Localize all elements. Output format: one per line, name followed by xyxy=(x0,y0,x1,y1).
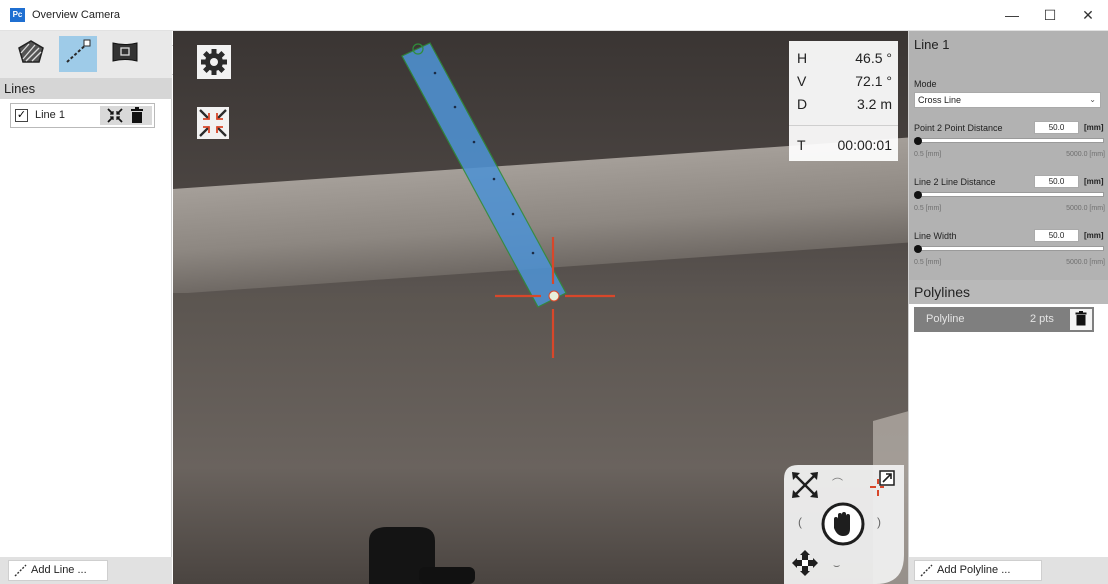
settings-button[interactable] xyxy=(197,45,231,84)
slider-max: 5000.0 [mm] xyxy=(1066,151,1105,158)
app-icon: Pc xyxy=(10,8,25,22)
line-width-input[interactable]: 50.0 xyxy=(1034,229,1079,242)
add-polyline-label: Add Polyline ... xyxy=(937,564,1011,576)
tilt-up-icon[interactable]: ⌒ xyxy=(832,475,843,491)
lines-bottom-bar: Add Line ... xyxy=(0,557,172,584)
pan-right-icon[interactable]: ) xyxy=(877,515,881,529)
line-properties: Line 1 Mode Cross Line ⌄ Point 2 Point D… xyxy=(909,31,1108,280)
navigation-wheel: ⌒ ( ) ⌣ xyxy=(784,465,904,584)
hatch-area-tool-icon xyxy=(17,39,45,70)
move-icon[interactable] xyxy=(792,550,818,581)
pan-left-icon[interactable]: ( xyxy=(798,515,802,529)
delete-polyline-button[interactable] xyxy=(1070,309,1092,330)
line-item-label: Line 1 xyxy=(35,109,65,121)
window-title: Overview Camera xyxy=(32,9,121,21)
lines-section-title: Lines xyxy=(0,78,172,99)
slider-max: 5000.0 [mm] xyxy=(1066,259,1105,266)
delete-line-icon[interactable] xyxy=(130,107,144,129)
readout-value: 3.2 m xyxy=(856,96,892,112)
readout-value: 46.5 ° xyxy=(855,50,892,66)
mode-value: Cross Line xyxy=(918,95,962,105)
hand-pan-icon[interactable] xyxy=(821,502,865,551)
measurement-line[interactable] xyxy=(401,42,567,308)
slider-unit: [mm] xyxy=(1084,177,1104,186)
mode-dropdown[interactable]: Cross Line ⌄ xyxy=(914,92,1101,108)
add-line-label: Add Line ... xyxy=(31,564,87,576)
readout-key: D xyxy=(797,96,808,112)
add-polyline-icon xyxy=(920,564,933,584)
chevron-down-icon: ⌄ xyxy=(1089,95,1096,104)
point-distance-slider[interactable] xyxy=(914,138,1104,143)
title-bar: Pc Overview Camera — ☐ ✕ xyxy=(0,0,1108,31)
delete-polyline-icon xyxy=(1075,310,1087,329)
line-tool-button[interactable] xyxy=(59,36,97,72)
line-tool-icon xyxy=(64,39,92,70)
readout-key: T xyxy=(797,137,806,153)
hatch-area-tool-button[interactable] xyxy=(12,36,50,72)
maximize-button[interactable]: ☐ xyxy=(1032,3,1068,27)
line-visibility-checkbox[interactable]: ✓ xyxy=(15,109,28,122)
tool-strip xyxy=(0,31,172,78)
fit-view-button[interactable] xyxy=(197,107,229,144)
readout-divider xyxy=(789,125,898,126)
slider-handle[interactable] xyxy=(914,191,922,199)
readout-key: V xyxy=(797,73,807,89)
close-button[interactable]: ✕ xyxy=(1070,3,1106,27)
camera-view-tool-button[interactable] xyxy=(106,36,144,72)
line-distance-input[interactable]: 50.0 xyxy=(1034,175,1079,188)
slider-min: 0.5 [mm] xyxy=(914,151,942,158)
polylines-section-title: Polylines xyxy=(909,280,1108,304)
gear-icon xyxy=(197,45,231,83)
polylines-bottom-bar: Add Polyline ... xyxy=(909,557,1108,584)
zoom-to-target-icon[interactable] xyxy=(868,469,898,504)
slider-label: Point 2 Point Distance xyxy=(914,123,1003,133)
line-list-item[interactable]: ✓ Line 1 xyxy=(10,103,155,128)
readout-value: 72.1 ° xyxy=(855,73,892,89)
overview-camera-window: Pc Overview Camera — ☐ ✕ Lines ✓ Line 1 … xyxy=(0,0,1108,584)
focus-line-icon[interactable] xyxy=(106,107,124,129)
slider-handle[interactable] xyxy=(914,245,922,253)
tilt-down-icon[interactable]: ⌣ xyxy=(833,560,840,573)
line-item-actions xyxy=(100,106,152,125)
slider-label: Line 2 Line Distance xyxy=(914,177,996,187)
line-distance-slider[interactable] xyxy=(914,192,1104,197)
minimize-button[interactable]: — xyxy=(994,3,1030,27)
add-polyline-button[interactable]: Add Polyline ... xyxy=(914,560,1042,581)
readout-value: 00:00:01 xyxy=(837,137,893,153)
slider-max: 5000.0 [mm] xyxy=(1066,205,1105,212)
mode-label: Mode xyxy=(914,79,937,89)
point-distance-input[interactable]: 50.0 xyxy=(1034,121,1079,134)
camera-viewport[interactable]: H 46.5 ° V 72.1 ° D 3.2 m T 00:00:01 ⌒ (… xyxy=(173,31,909,584)
polyline-list-item[interactable]: Polyline 2 pts xyxy=(914,307,1094,332)
fit-view-icon xyxy=(197,107,229,143)
add-line-button[interactable]: Add Line ... xyxy=(8,560,108,581)
measurement-readout: H 46.5 ° V 72.1 ° D 3.2 m T 00:00:01 xyxy=(789,41,898,161)
slider-unit: [mm] xyxy=(1084,123,1104,132)
properties-panel: Line 1 Mode Cross Line ⌄ Point 2 Point D… xyxy=(908,31,1108,584)
slider-min: 0.5 [mm] xyxy=(914,259,942,266)
polyline-point-count: 2 pts xyxy=(1030,313,1054,325)
orbit-move-icon[interactable] xyxy=(790,470,820,505)
properties-title: Line 1 xyxy=(914,37,950,52)
slider-handle[interactable] xyxy=(914,137,922,145)
lines-panel: Lines ✓ Line 1 Add Line ... xyxy=(0,31,172,584)
slider-min: 0.5 [mm] xyxy=(914,205,942,212)
add-line-icon xyxy=(14,564,27,584)
readout-key: H xyxy=(797,50,808,66)
line-width-slider[interactable] xyxy=(914,246,1104,251)
slider-unit: [mm] xyxy=(1084,231,1104,240)
polyline-label: Polyline xyxy=(926,313,965,325)
camera-view-tool-icon xyxy=(110,39,140,70)
slider-label: Line Width xyxy=(914,231,957,241)
